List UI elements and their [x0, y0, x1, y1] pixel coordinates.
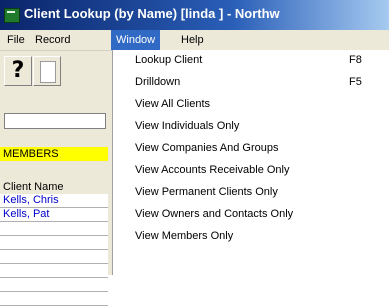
menu-item-view-members-only[interactable]: View Members Only: [135, 228, 233, 244]
table-row-empty[interactable]: [0, 222, 108, 236]
search-input[interactable]: [4, 113, 106, 129]
menu-item-view-owners-contacts[interactable]: View Owners and Contacts Only: [135, 206, 293, 222]
menu-item-view-accounts-receivable[interactable]: View Accounts Receivable Only: [135, 162, 290, 178]
table-row-empty[interactable]: [0, 264, 108, 278]
table-row-empty[interactable]: [0, 236, 108, 250]
menu-item-view-companies-groups[interactable]: View Companies And Groups: [135, 140, 279, 156]
window-menu-dropdown: Lookup Client F8 Drilldown F5 View All C…: [112, 50, 389, 275]
left-pane: ? MEMBERS Client Name Kells, Chris Kells…: [0, 51, 113, 306]
help-icon: ?: [11, 58, 25, 83]
shortcut-lookup-client: F8: [349, 54, 362, 66]
column-header-client-name[interactable]: Client Name: [0, 180, 108, 194]
menu-window[interactable]: Window: [111, 30, 161, 50]
table-row[interactable]: Kells, Pat: [0, 208, 108, 222]
client-grid: Client Name Kells, Chris Kells, Pat: [0, 180, 108, 306]
menu-item-view-individuals-only[interactable]: View Individuals Only: [135, 118, 239, 134]
new-page-icon: [40, 61, 56, 83]
menu-help[interactable]: Help: [176, 30, 209, 50]
filter-badge: MEMBERS: [0, 147, 108, 161]
menu-item-drilldown[interactable]: Drilldown: [135, 74, 180, 90]
menu-bar: File Record Window Help: [0, 30, 389, 51]
shortcut-drilldown: F5: [349, 76, 362, 88]
title-bar: Client Lookup (by Name) [linda ] - North…: [0, 0, 389, 30]
table-row-empty[interactable]: [0, 292, 108, 306]
menu-item-view-all-clients[interactable]: View All Clients: [135, 96, 210, 112]
table-row-empty[interactable]: [0, 250, 108, 264]
table-row[interactable]: Kells, Chris: [0, 194, 108, 208]
table-row-empty[interactable]: [0, 278, 108, 292]
app-icon: [4, 8, 20, 23]
help-button[interactable]: ?: [4, 56, 32, 86]
menu-item-view-permanent-clients[interactable]: View Permanent Clients Only: [135, 184, 278, 200]
new-record-button[interactable]: [33, 56, 61, 86]
menu-file[interactable]: File: [2, 30, 30, 50]
menu-item-lookup-client[interactable]: Lookup Client: [135, 52, 202, 68]
window-title: Client Lookup (by Name) [linda ] - North…: [24, 6, 280, 21]
menu-record[interactable]: Record: [30, 30, 75, 50]
